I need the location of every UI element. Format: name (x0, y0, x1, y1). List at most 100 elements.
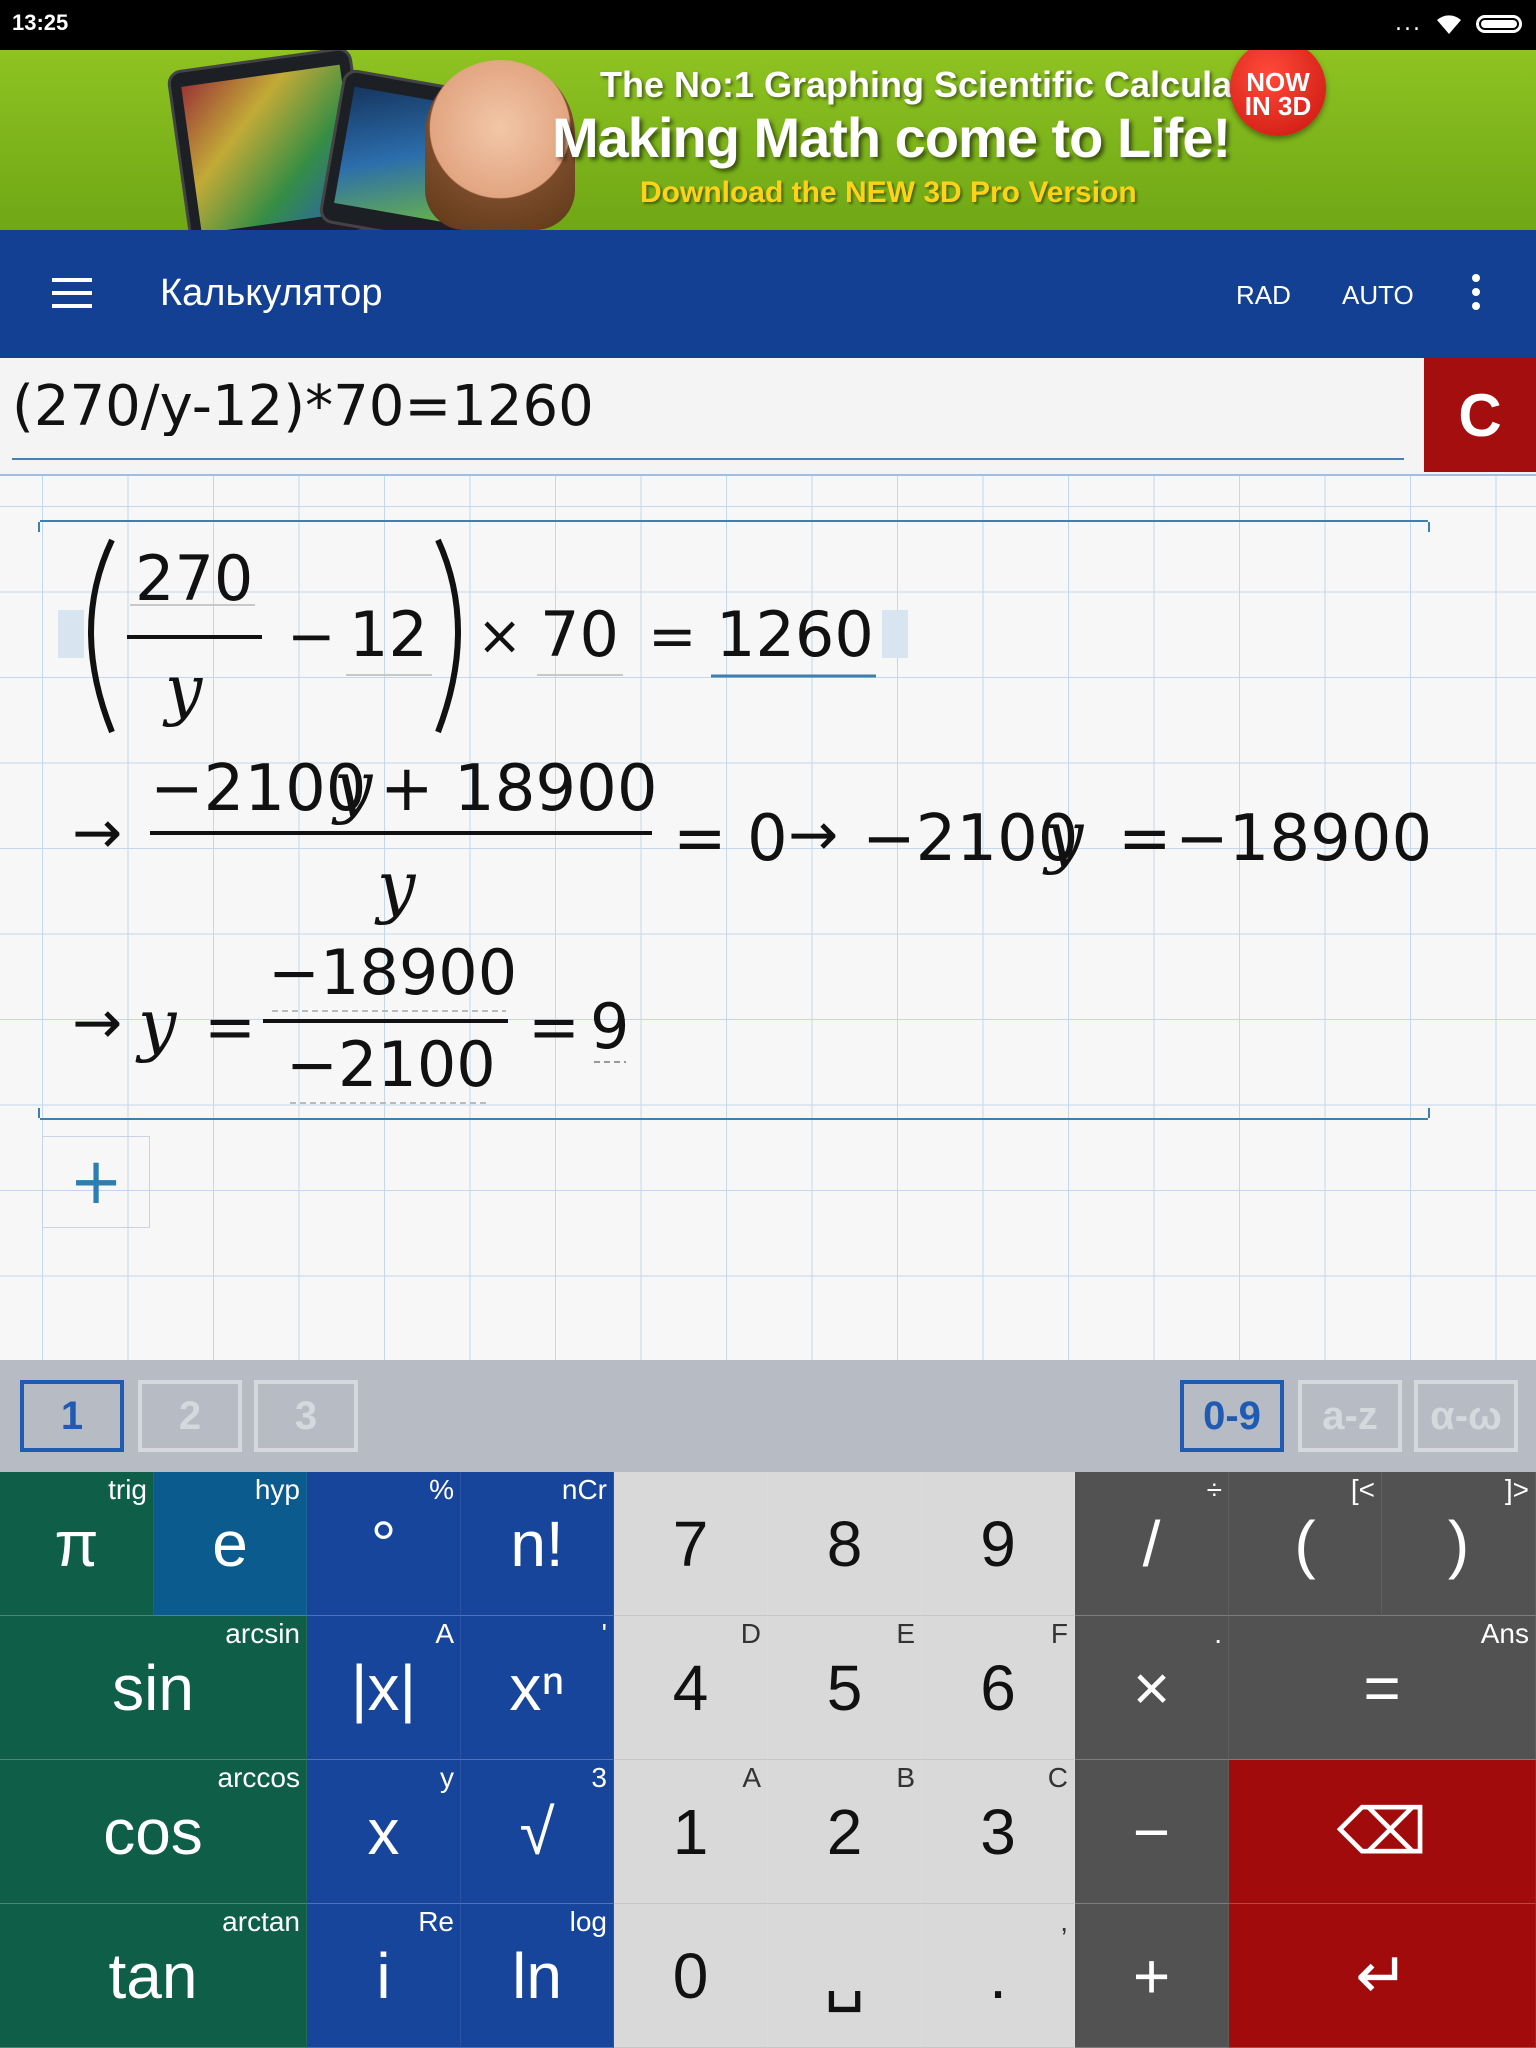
digit-5-key[interactable]: 5E (768, 1616, 922, 1760)
key-label: 3 (980, 1795, 1016, 1868)
equals-zero: = 0 (673, 802, 788, 876)
minus-sign: − (287, 602, 336, 670)
key-label: 7 (672, 1507, 709, 1580)
digit-4-key[interactable]: 4D (614, 1616, 768, 1760)
math-output: 270 y − 12 × 70 = 1260 → −2100 y + 18900… (58, 538, 1432, 1104)
digit-2-key[interactable]: 2B (768, 1760, 922, 1904)
key-label: 8 (826, 1507, 863, 1580)
key-secondary-label: hyp (254, 1474, 300, 1505)
rhs-value: −18900 (1175, 802, 1432, 876)
add-expression-button[interactable]: + (42, 1136, 150, 1228)
key-label: . (989, 1939, 1007, 2012)
latin-layout-button[interactable]: a-z (1298, 1380, 1402, 1452)
key-label: − (1132, 1795, 1171, 1868)
key-label: ↵ (1355, 1939, 1409, 2011)
key-label: 1 (672, 1795, 709, 1868)
key-label: ° (370, 1507, 397, 1580)
minus-key[interactable]: − (1075, 1760, 1229, 1904)
key-label: |x| (350, 1651, 417, 1724)
arrow: → (788, 800, 838, 870)
key-secondary-label: C (1047, 1762, 1068, 1793)
equals-sign: = (1118, 802, 1172, 876)
key-label: ) (1447, 1507, 1470, 1580)
numerator-var: y (331, 748, 374, 827)
key-label: tan (108, 1939, 198, 2012)
key-label: 5 (826, 1651, 863, 1724)
key-label: x (367, 1795, 400, 1868)
key-label: π (54, 1507, 99, 1580)
tan-key[interactable]: tan arctan (0, 1904, 307, 2048)
left-paren (88, 538, 115, 734)
sqrt-key[interactable]: √ 3 (461, 1760, 614, 1904)
key-secondary-label: arctan (222, 1906, 300, 1937)
digit-3-key[interactable]: 3C (922, 1760, 1075, 1904)
key-secondary-label: arcsin (225, 1618, 300, 1649)
plus-key[interactable]: + (1075, 1904, 1229, 2048)
close-paren-key[interactable]: ) ]> (1382, 1472, 1536, 1616)
divide-key[interactable]: / ÷ (1075, 1472, 1229, 1616)
key-label: / (1142, 1507, 1161, 1580)
digits-layout-button[interactable]: 0-9 (1180, 1380, 1284, 1452)
key-secondary-label: ' (601, 1618, 607, 1649)
rhs-value: 1260 (716, 598, 874, 671)
digit-8-key[interactable]: 8 (768, 1472, 922, 1616)
variable: y (135, 986, 178, 1065)
key-secondary-label: arccos (217, 1762, 300, 1793)
multiplier: 70 (540, 598, 619, 671)
page-2-button[interactable]: 2 (138, 1380, 242, 1452)
greek-layout-button[interactable]: α-ω (1414, 1380, 1518, 1452)
digit-9-key[interactable]: 9 (922, 1472, 1075, 1616)
key-label: ( (1294, 1507, 1316, 1580)
imaginary-key[interactable]: i Re (307, 1904, 461, 2048)
key-label: 9 (980, 1507, 1016, 1580)
multiply-key[interactable]: ×. (1075, 1616, 1229, 1760)
key-secondary-label: , (1060, 1906, 1068, 1937)
ln-key[interactable]: ln log (461, 1904, 614, 2048)
page-3-button[interactable]: 3 (254, 1380, 358, 1452)
digit-1-key[interactable]: 1A (614, 1760, 768, 1904)
key-label: ln (512, 1939, 562, 2012)
cursor-marker (58, 610, 84, 658)
equals-sign: = (648, 602, 697, 670)
decimal-key[interactable]: ., (922, 1904, 1075, 2048)
pi-key[interactable]: π trig (0, 1472, 154, 1616)
lhs-var: y (1042, 798, 1085, 877)
key-label: 0 (672, 1939, 709, 2012)
e-key[interactable]: e hyp (154, 1472, 307, 1616)
key-label: √ (519, 1795, 555, 1868)
page-1-button[interactable]: 1 (20, 1380, 124, 1452)
key-label: e (212, 1507, 248, 1580)
abs-key[interactable]: |x| A (307, 1616, 461, 1760)
key-secondary-label: A (742, 1762, 761, 1793)
cursor-marker (882, 610, 908, 658)
key-secondary-label: log (569, 1906, 607, 1937)
arrow: → (72, 798, 122, 868)
key-secondary-label: 3 (591, 1762, 607, 1793)
fraction-denominator: −2100 (286, 1028, 496, 1101)
enter-key[interactable]: ↵ (1229, 1904, 1536, 2048)
digit-6-key[interactable]: 6F (922, 1616, 1075, 1760)
digit-7-key[interactable]: 7 (614, 1472, 768, 1616)
key-secondary-label: ]> (1504, 1474, 1529, 1505)
backspace-key[interactable]: ⌫ (1229, 1760, 1536, 1904)
equals-sign: = (204, 990, 256, 1063)
power-key[interactable]: xⁿ ' (461, 1616, 614, 1760)
cos-key[interactable]: cos arccos (0, 1760, 307, 1904)
key-label: n! (510, 1507, 564, 1580)
sin-key[interactable]: sin arcsin (0, 1616, 307, 1760)
key-label: 4 (672, 1651, 709, 1724)
key-label: 6 (980, 1651, 1016, 1724)
key-secondary-label: B (896, 1762, 915, 1793)
degree-key[interactable]: °% (307, 1472, 461, 1616)
key-secondary-label: Ans (1480, 1618, 1529, 1649)
equals-key[interactable]: = Ans (1229, 1616, 1536, 1760)
space-key[interactable]: ␣ (768, 1904, 922, 2048)
x-variable-key[interactable]: xy (307, 1760, 461, 1904)
answer: 9 (590, 990, 629, 1063)
factorial-key[interactable]: n! nCr (461, 1472, 614, 1616)
digit-0-key[interactable]: 0 (614, 1904, 768, 2048)
key-secondary-label: % (429, 1474, 454, 1505)
open-paren-key[interactable]: ([< (1229, 1472, 1382, 1616)
key-label: ␣ (824, 1939, 865, 2011)
equals-sign: = (528, 990, 580, 1063)
